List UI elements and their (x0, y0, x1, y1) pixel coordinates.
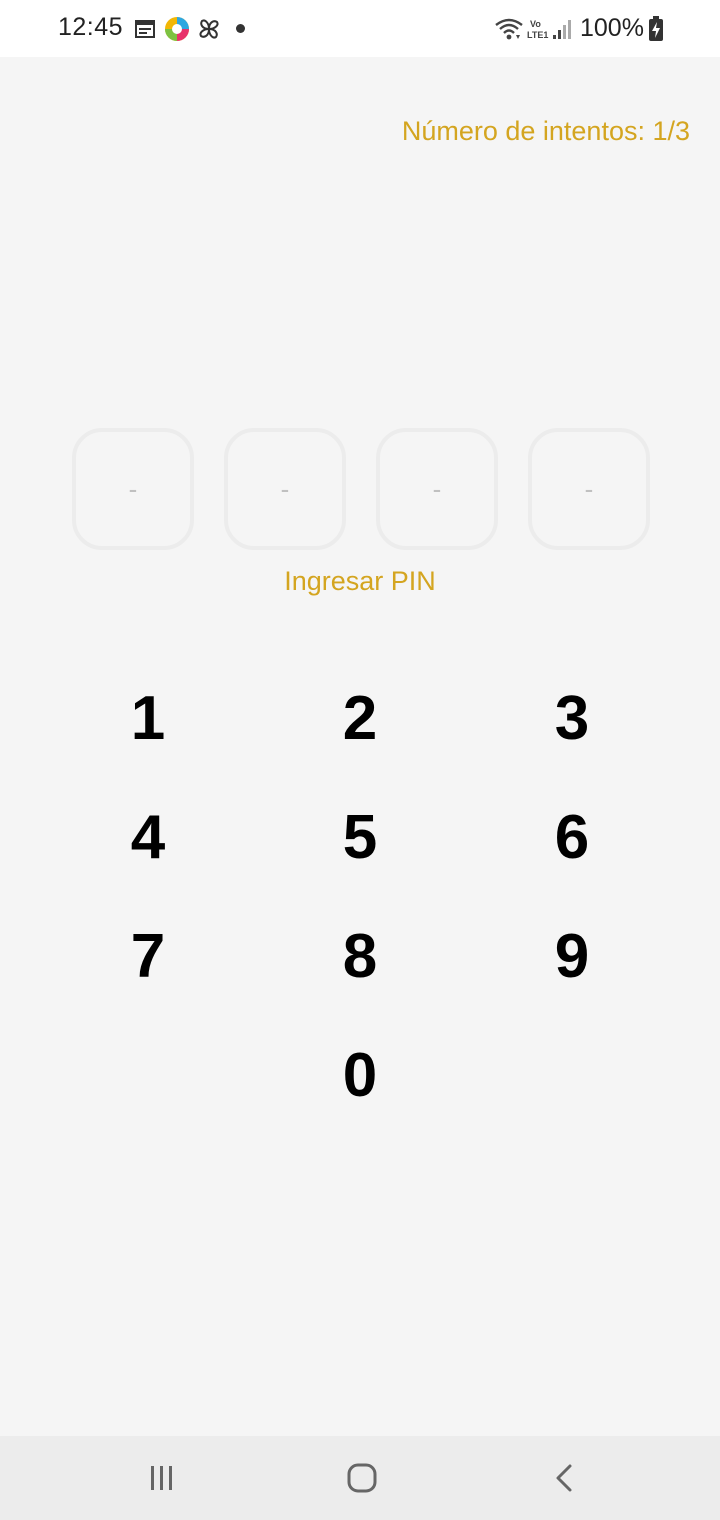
signal-icon (551, 17, 573, 46)
key-9[interactable]: 9 (512, 906, 632, 1006)
wifi-icon (494, 17, 524, 46)
pin-slot-4[interactable]: - (528, 428, 650, 550)
status-time: 12:45 (58, 13, 124, 41)
key-6[interactable]: 6 (512, 787, 632, 887)
key-7[interactable]: 7 (88, 906, 208, 1006)
key-4[interactable]: 4 (88, 787, 208, 887)
pin-slot-3[interactable]: - (376, 428, 498, 550)
pin-slot-2[interactable]: - (224, 428, 346, 550)
calendar-icon (134, 18, 156, 45)
key-3[interactable]: 3 (512, 668, 632, 768)
pinwheel-app-icon (196, 16, 222, 47)
pin-entry: - - - - (72, 428, 650, 550)
battery-charging-icon (648, 16, 664, 47)
photos-app-icon (164, 16, 190, 47)
svg-text:LTE1: LTE1 (527, 30, 548, 40)
status-bar: 12:45 Vo LTE1 100% (0, 0, 720, 57)
recent-apps-icon[interactable] (140, 1456, 184, 1500)
attempts-counter: Número de intentos: 1/3 (401, 116, 690, 146)
key-2[interactable]: 2 (300, 668, 420, 768)
notification-dot (236, 24, 245, 33)
key-8[interactable]: 8 (300, 906, 420, 1006)
pin-slot-1[interactable]: - (72, 428, 194, 550)
key-5[interactable]: 5 (300, 787, 420, 887)
back-icon[interactable] (542, 1456, 586, 1500)
battery-percentage: 100% (580, 14, 644, 42)
enter-pin-label: Ingresar PIN (284, 566, 436, 596)
home-icon[interactable] (340, 1456, 384, 1500)
svg-text:Vo: Vo (530, 19, 541, 29)
key-0[interactable]: 0 (300, 1025, 420, 1125)
key-1[interactable]: 1 (88, 668, 208, 768)
navigation-bar (0, 1436, 720, 1520)
volte-icon: Vo LTE1 (526, 17, 552, 46)
